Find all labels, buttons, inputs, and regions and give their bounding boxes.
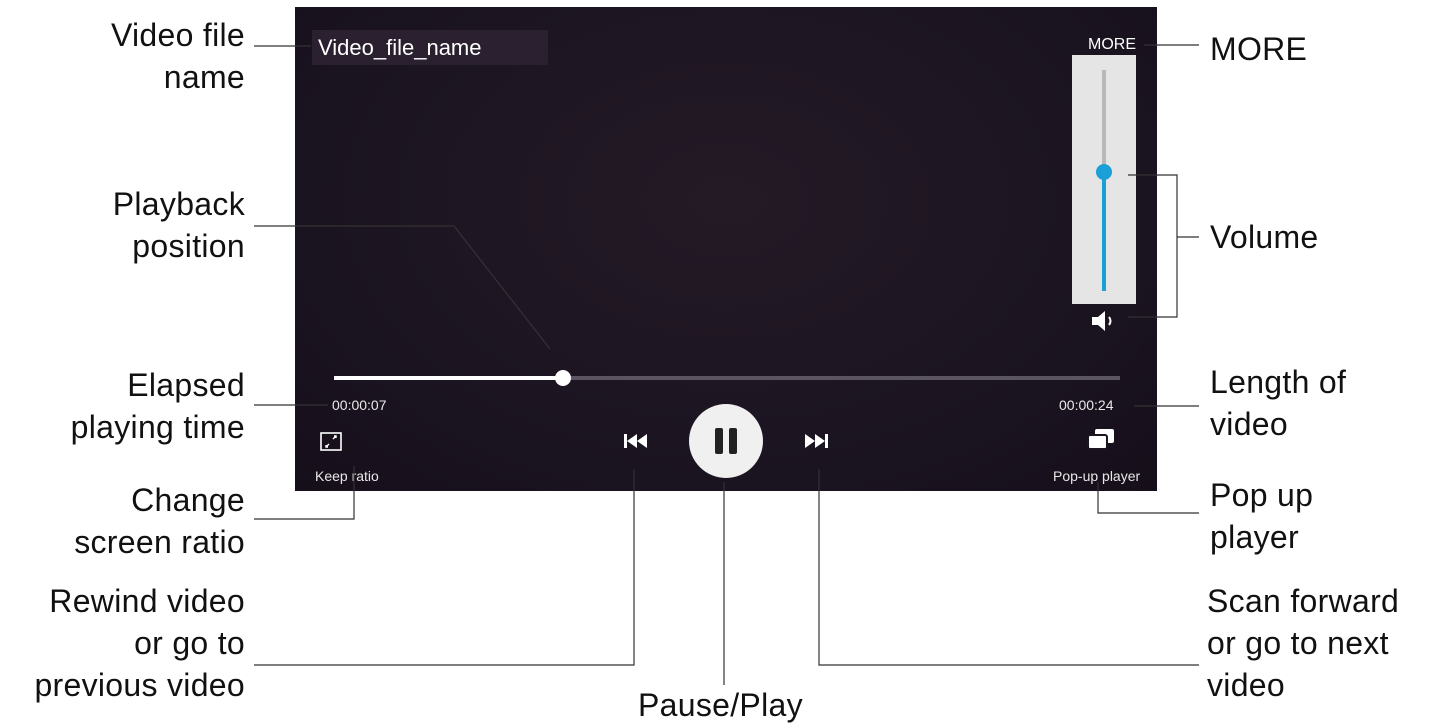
- more-button[interactable]: MORE: [1088, 36, 1136, 54]
- pause-icon: [715, 428, 723, 454]
- callout-elapsed-playing-time: Elapsed playing time: [70, 367, 245, 445]
- callout-rewind-video: Rewind video or go to previous video: [34, 583, 245, 703]
- volume-slider[interactable]: [1072, 55, 1136, 304]
- popup-window-icon[interactable]: [1086, 428, 1116, 452]
- callout-scan-forward: Scan forward or go to next video: [1207, 583, 1400, 703]
- callout-pop-up-player: Pop up player: [1210, 477, 1314, 555]
- keep-ratio-label[interactable]: Keep ratio: [315, 468, 379, 484]
- pause-icon: [729, 428, 737, 454]
- callout-playback-position: Playback position: [112, 186, 245, 264]
- total-time: 00:00:24: [1059, 397, 1114, 413]
- callout-video-file-name: Video file name: [110, 17, 245, 95]
- speaker-icon[interactable]: [1090, 310, 1116, 332]
- callout-change-screen-ratio: Change screen ratio: [74, 482, 245, 560]
- video-player-screen: Video_file_name MORE 00:00:07 00:00:24 K…: [295, 7, 1157, 491]
- elapsed-time: 00:00:07: [332, 397, 387, 413]
- skip-previous-icon[interactable]: [621, 430, 651, 452]
- callout-length-of-video: Length of video: [1210, 364, 1347, 442]
- expand-icon[interactable]: [320, 432, 342, 451]
- callout-volume: Volume: [1210, 219, 1319, 255]
- volume-knob[interactable]: [1096, 164, 1112, 180]
- seek-bar[interactable]: [334, 370, 1120, 386]
- pause-play-button[interactable]: [689, 404, 763, 478]
- popup-player-label[interactable]: Pop-up player: [1053, 468, 1140, 484]
- skip-next-icon[interactable]: [801, 430, 831, 452]
- volume-fill: [1102, 172, 1106, 291]
- playback-position-knob[interactable]: [555, 370, 571, 386]
- callout-more: MORE: [1210, 31, 1308, 67]
- seek-bar-progress: [334, 376, 563, 380]
- video-file-name: Video_file_name: [312, 30, 548, 65]
- callout-pause-play: Pause/Play: [638, 687, 803, 723]
